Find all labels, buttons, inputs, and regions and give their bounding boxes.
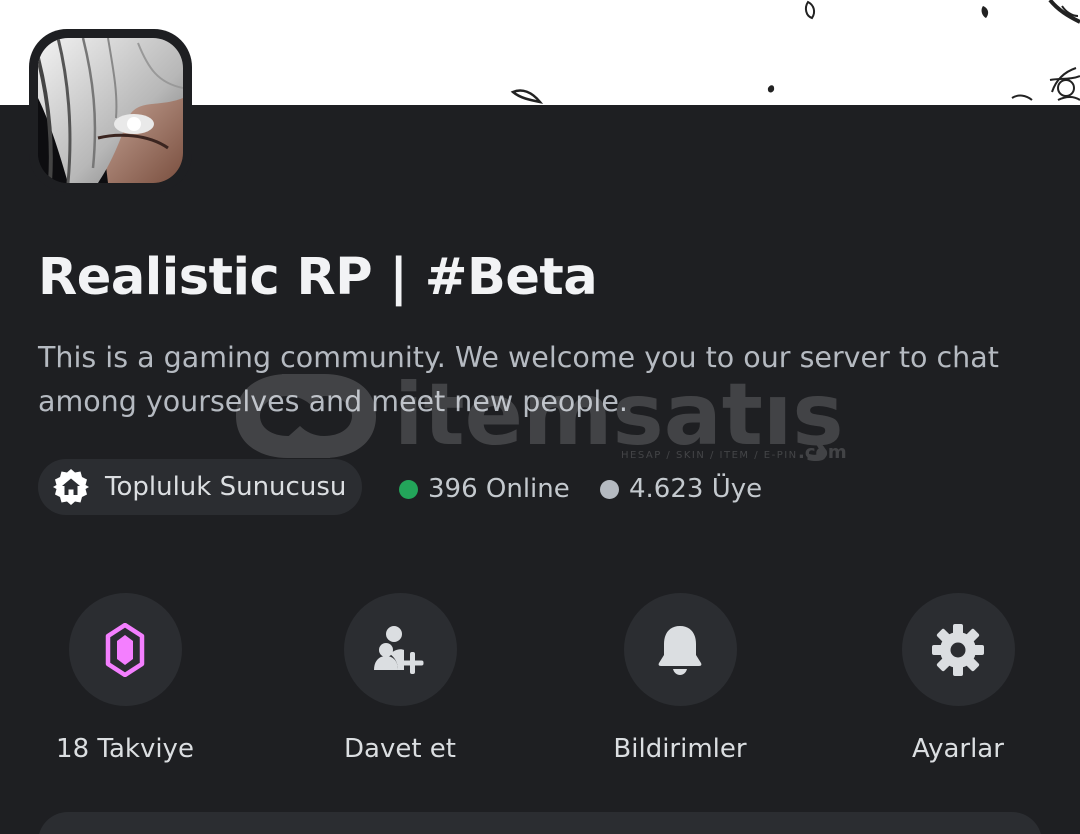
server-avatar[interactable] [29,29,192,192]
settings-button-circle[interactable] [901,593,1015,706]
boost-label: 18 Takviye [56,734,194,764]
invite-button[interactable]: Davet et [300,593,500,764]
add-friend-icon [374,625,424,674]
member-dot-icon [600,479,619,499]
member-count: 4.623 Üye [600,472,762,506]
online-count: 396 Online [399,472,570,506]
watermark-suffix: .com [798,442,847,463]
community-server-badge[interactable]: Topluluk Sunucusu [38,459,362,515]
online-count-text: 396 Online [428,474,570,504]
notifications-button[interactable]: Bildirimler [580,593,780,764]
boost-gem-icon [105,622,145,677]
server-avatar-image [38,38,183,183]
watermark-tagline: HESAP / SKIN / ITEM / E-PIN [621,450,798,461]
notifications-button-circle[interactable] [623,593,737,706]
settings-button[interactable]: Ayarlar [858,593,1058,764]
notifications-label: Bildirimler [613,734,747,764]
boost-button[interactable]: 18 Takviye [25,593,225,764]
server-info-screen: Realistic RP | #Beta This is a gaming co… [0,0,1080,834]
invite-button-circle[interactable] [343,593,457,706]
community-server-label: Topluluk Sunucusu [105,472,347,502]
boost-button-circle[interactable] [68,593,182,706]
gear-icon [932,623,984,676]
bell-icon [658,625,702,675]
online-dot-icon [399,479,418,499]
server-description: This is a gaming community. We welcome y… [38,341,999,418]
community-home-icon [53,469,89,505]
invite-label: Davet et [344,734,456,764]
member-count-text: 4.623 Üye [629,474,763,504]
settings-label: Ayarlar [912,734,1004,764]
bottom-card[interactable] [38,812,1042,834]
server-name: Realistic RP | #Beta [38,248,598,307]
